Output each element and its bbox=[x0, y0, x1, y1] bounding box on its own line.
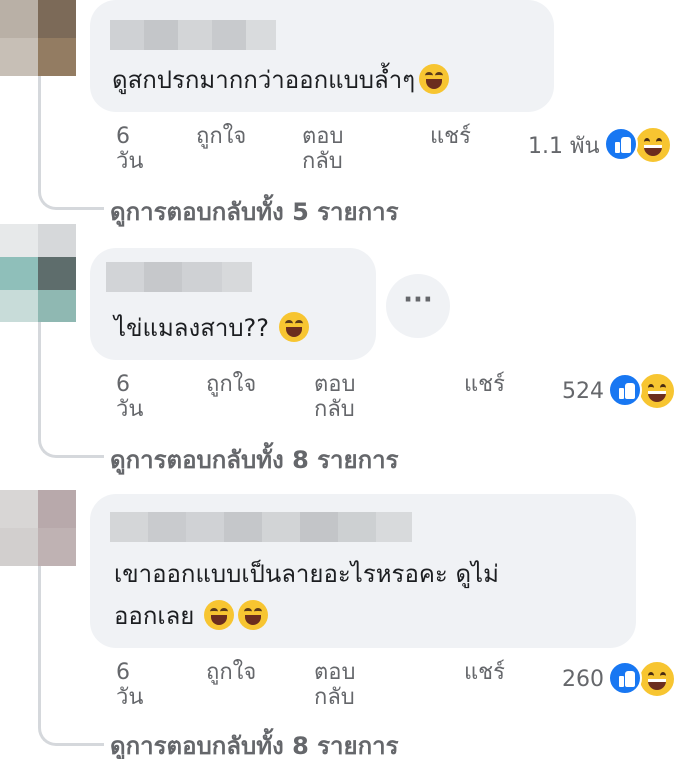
like-button[interactable]: ถูกใจ bbox=[206, 662, 256, 684]
share-button[interactable]: แชร์ bbox=[464, 374, 505, 396]
view-replies-link[interactable]: ดูการตอบกลับทั้ง 8 รายการ bbox=[110, 726, 398, 759]
avatar[interactable] bbox=[0, 490, 76, 566]
like-icon bbox=[608, 373, 642, 407]
like-button[interactable]: ถูกใจ bbox=[206, 374, 256, 396]
blurred-author-name[interactable] bbox=[110, 20, 276, 50]
like-icon bbox=[603, 127, 638, 161]
haha-icon bbox=[638, 372, 676, 410]
comment-bubble: ไข่แมลงสาบ?? bbox=[90, 248, 376, 360]
avatar[interactable] bbox=[0, 224, 76, 322]
comment-text: เขาออกแบบเป็นลายอะไรหรอคะ ดูไม่ bbox=[114, 560, 499, 588]
reaction-summary[interactable]: 524 bbox=[562, 372, 678, 410]
reaction-count: 1.1 พัน bbox=[528, 133, 600, 159]
comment-age: 6 วัน bbox=[116, 660, 144, 710]
haha-icon bbox=[633, 126, 672, 164]
reaction-count: 524 bbox=[562, 378, 604, 404]
more-options-button[interactable]: ··· bbox=[386, 274, 450, 338]
comment-text: ดูสกปรกมากกว่าออกแบบล้ำๆ bbox=[112, 58, 450, 102]
comment-age: 6 วัน bbox=[116, 372, 144, 422]
comment-bubble: เขาออกแบบเป็นลายอะไรหรอคะ ดูไม่ ออกเลย bbox=[90, 494, 636, 648]
rolling-on-floor-laughing-icon bbox=[204, 600, 235, 630]
comment-text: ไข่แมลงสาบ?? bbox=[114, 306, 310, 350]
haha-icon bbox=[638, 660, 676, 698]
comment-text: ออกเลย bbox=[114, 594, 269, 638]
reaction-summary[interactable]: 1.1 พัน bbox=[528, 126, 674, 164]
avatar[interactable] bbox=[0, 0, 76, 76]
rolling-on-floor-laughing-icon bbox=[419, 64, 450, 94]
comment-age: 6 วัน bbox=[116, 124, 144, 174]
blurred-author-name[interactable] bbox=[106, 262, 252, 292]
reply-button[interactable]: ตอบ กลับ bbox=[314, 372, 355, 422]
share-button[interactable]: แชร์ bbox=[464, 662, 505, 684]
share-button[interactable]: แชร์ bbox=[430, 126, 471, 148]
view-replies-link[interactable]: ดูการตอบกลับทั้ง 8 รายการ bbox=[110, 440, 398, 479]
comment-bubble: ดูสกปรกมากกว่าออกแบบล้ำๆ bbox=[90, 0, 554, 112]
reply-button[interactable]: ตอบ กลับ bbox=[314, 660, 355, 710]
like-button[interactable]: ถูกใจ bbox=[196, 126, 246, 148]
like-icon bbox=[608, 661, 642, 695]
reply-button[interactable]: ตอบ กลับ bbox=[302, 124, 343, 174]
rolling-on-floor-laughing-icon bbox=[238, 600, 269, 630]
reaction-count: 260 bbox=[562, 666, 604, 692]
view-replies-link[interactable]: ดูการตอบกลับทั้ง 5 รายการ bbox=[110, 192, 398, 231]
grinning-squinting-icon bbox=[279, 312, 310, 342]
blurred-author-name[interactable] bbox=[110, 512, 412, 542]
reaction-summary[interactable]: 260 bbox=[562, 660, 678, 698]
